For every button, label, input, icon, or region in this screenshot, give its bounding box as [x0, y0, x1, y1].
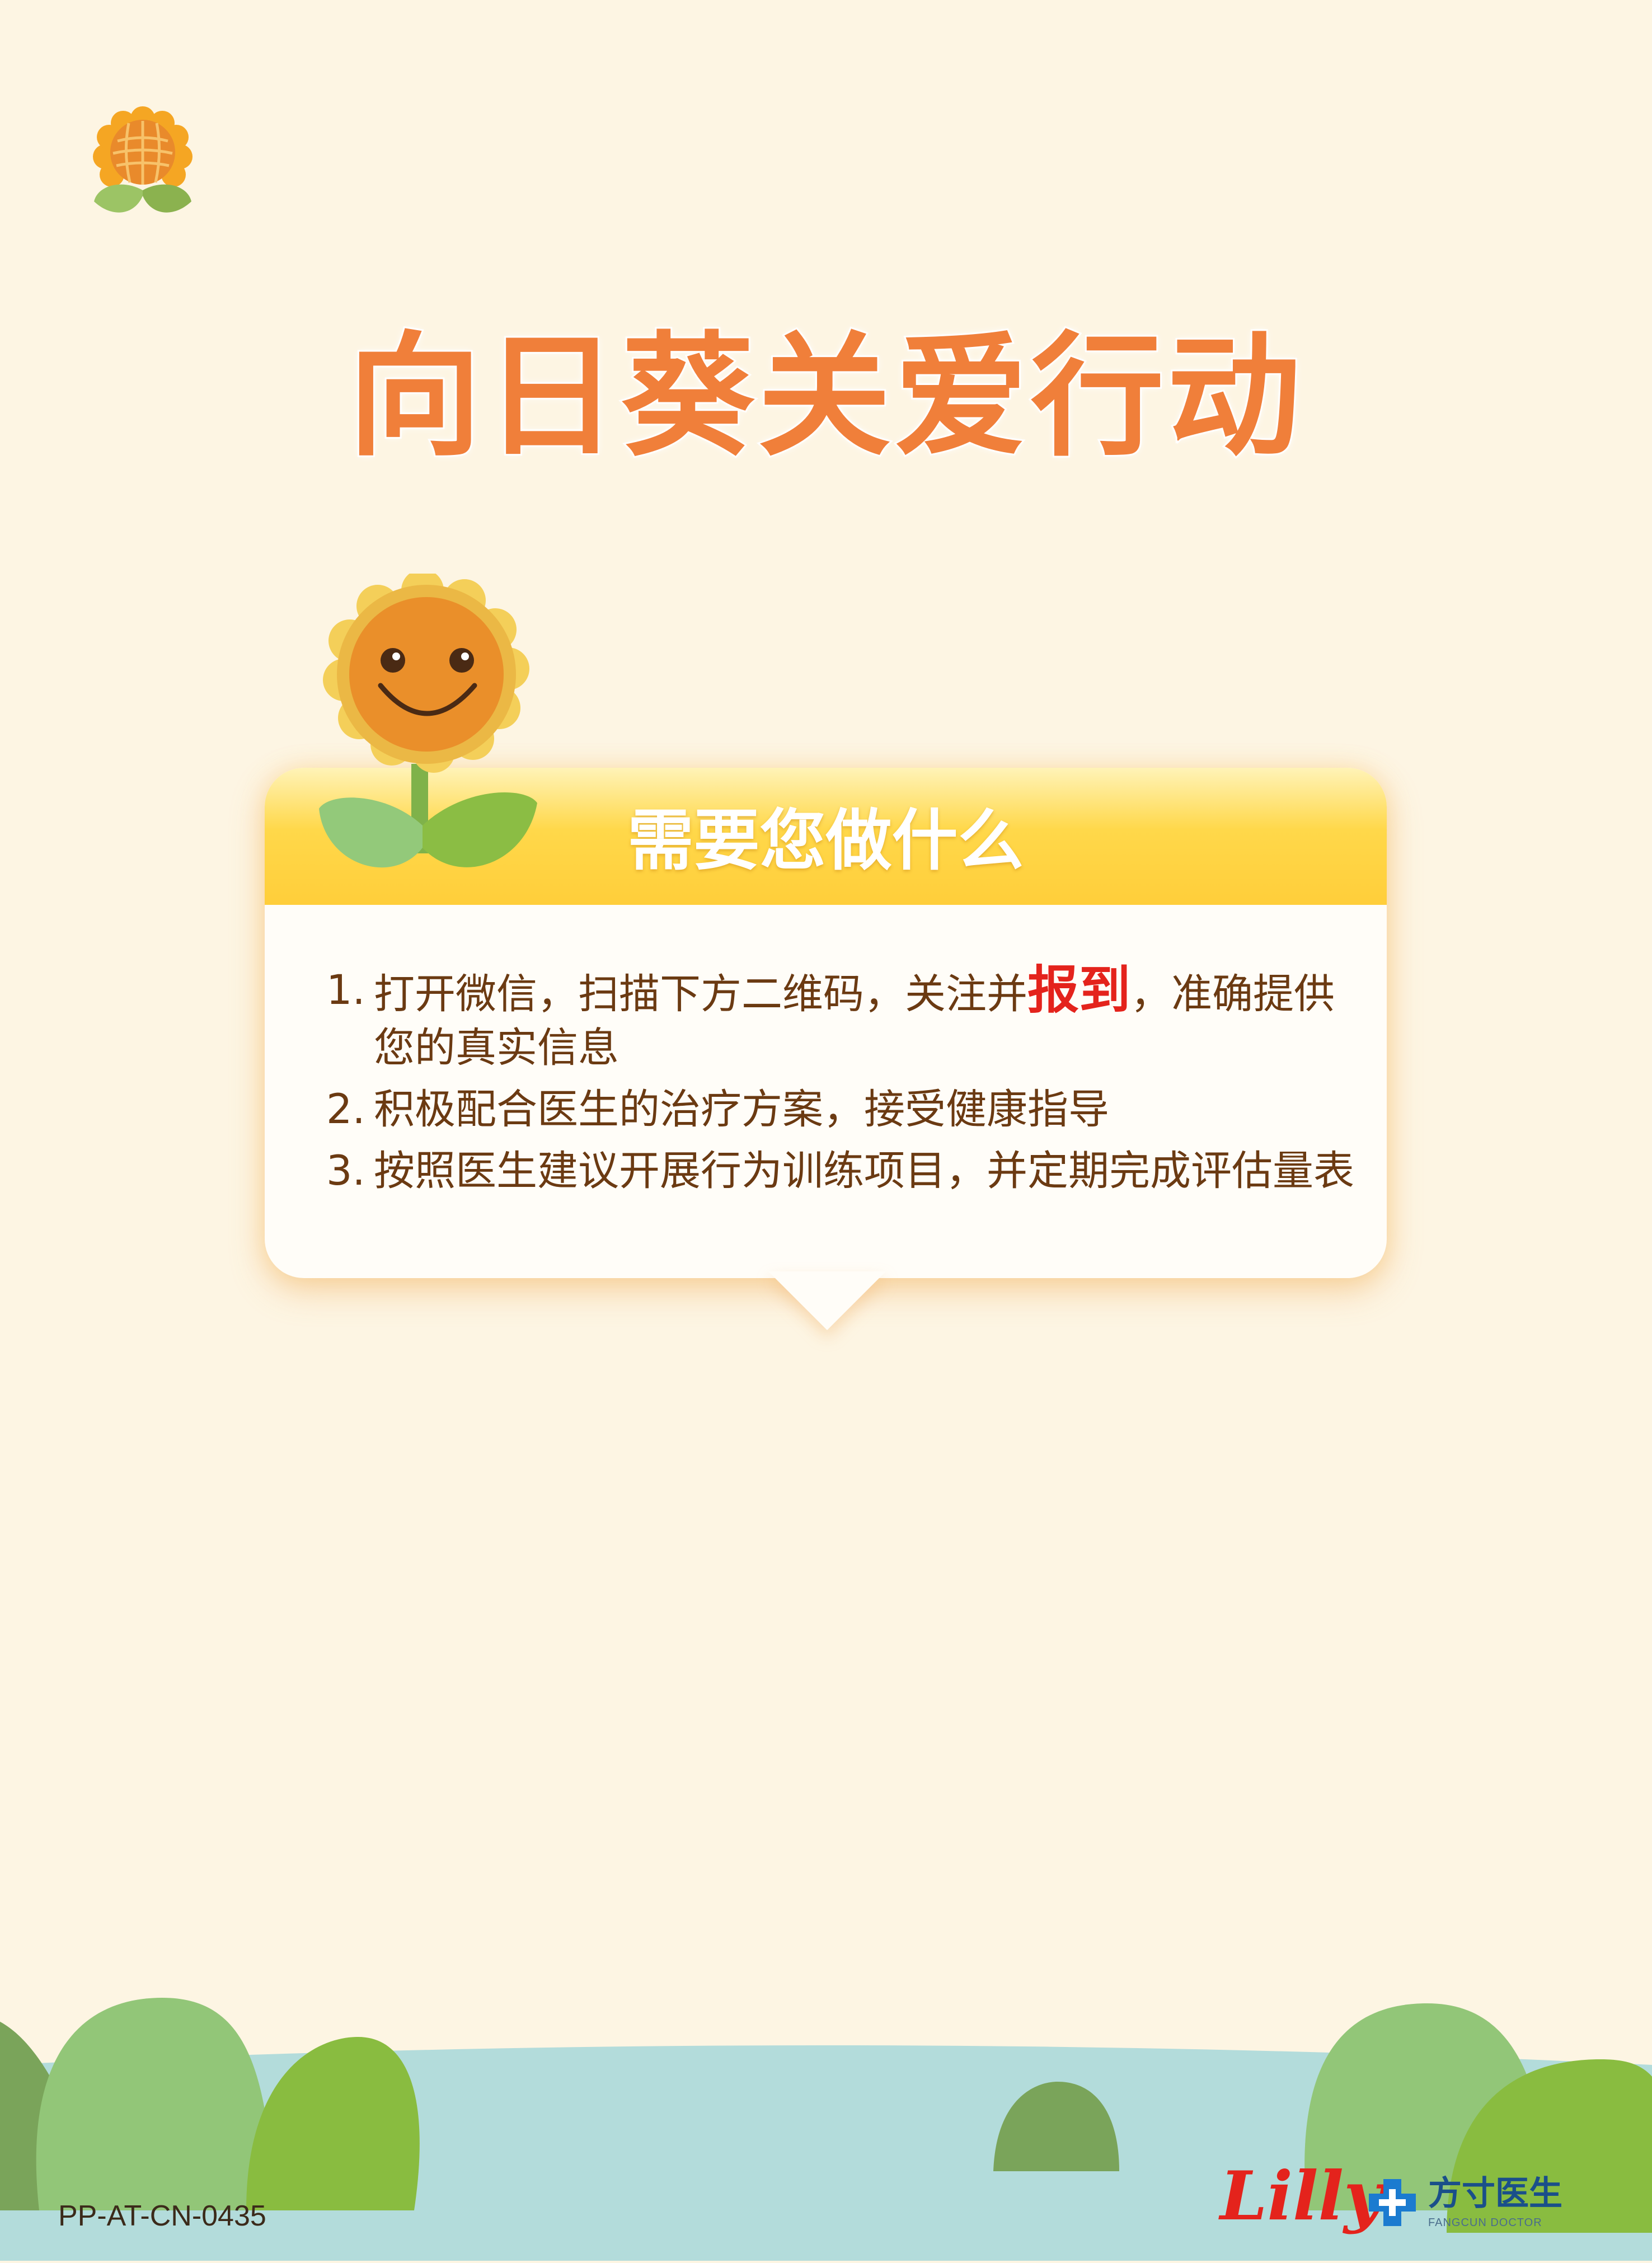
step-number: 1. [326, 966, 365, 1014]
card-pointer [768, 1271, 886, 1330]
fangcun-subtitle: FANGCUN DOCTOR [1428, 2217, 1542, 2229]
list-item: 3. 按照医生建议开展行为训练项目，并定期完成评估量表 [326, 1144, 1356, 1198]
list-item: 1. 打开微信，扫描下方二维码，关注并报到，准确提供您的真实信息 [326, 964, 1356, 1075]
steps-list: 1. 打开微信，扫描下方二维码，关注并报到，准确提供您的真实信息 2. 积极配合… [326, 964, 1356, 1206]
step-highlight: 报到 [1027, 960, 1131, 1020]
step-number: 3. [326, 1147, 365, 1195]
step-text: 打开微信，扫描下方二维码，关注并 [374, 970, 1027, 1018]
sunflower-logo-icon [84, 106, 201, 229]
step-text: 积极配合医生的治疗方案，接受健康指导 [374, 1086, 1109, 1133]
step-text: 按照医生建议开展行为训练项目，并定期完成评估量表 [374, 1147, 1354, 1195]
list-item: 2. 积极配合医生的治疗方案，接受健康指导 [326, 1083, 1356, 1137]
sunflower-mascot-icon [297, 569, 554, 909]
fangcun-name: 方寸医生 [1428, 2174, 1562, 2213]
lilly-logo: Lilly [1220, 2157, 1383, 2236]
fangcun-cross-icon [1367, 2177, 1418, 2228]
step-number: 2. [326, 1086, 365, 1133]
document-code: PP-AT-CN-0435 [58, 2200, 266, 2232]
page-title: 向日葵关爱行动 [346, 318, 1304, 476]
